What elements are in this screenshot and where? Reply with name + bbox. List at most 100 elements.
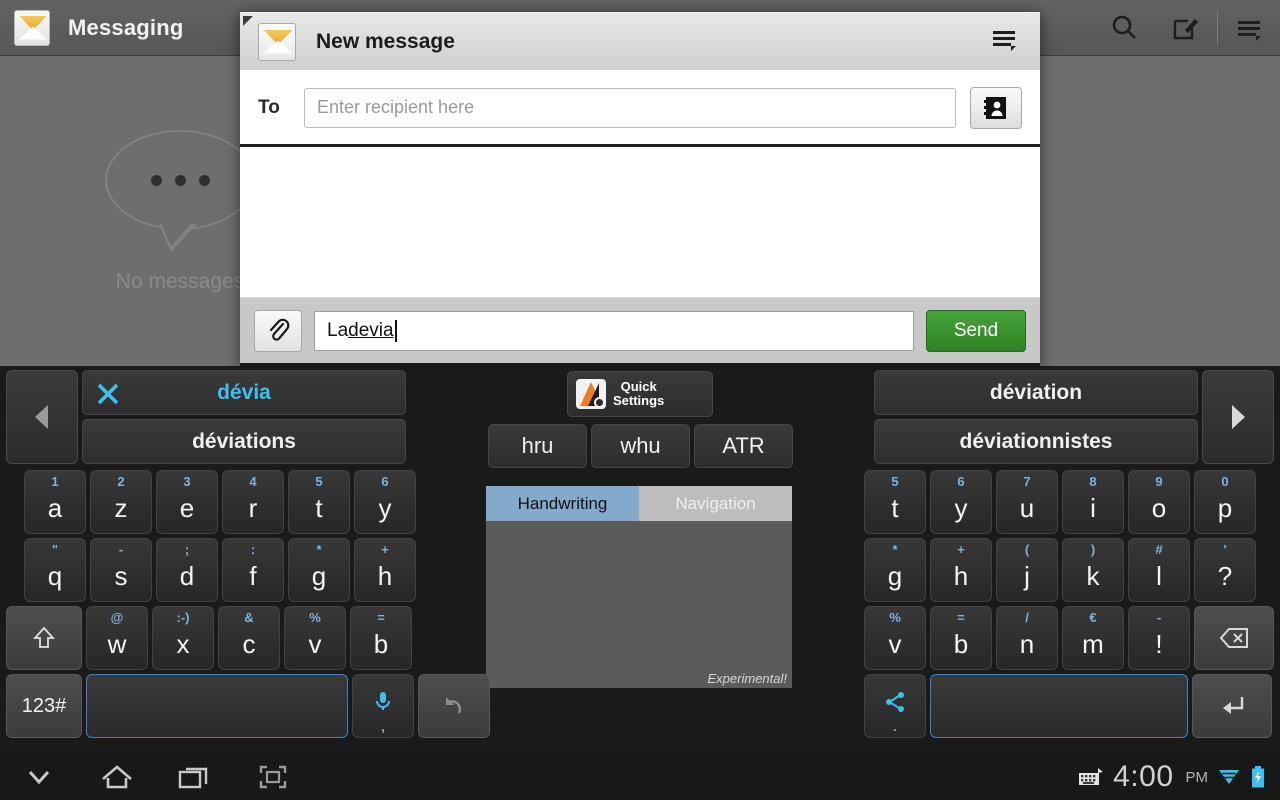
message-composing-word: devia bbox=[348, 319, 394, 341]
key-alt-label: 5 bbox=[891, 474, 899, 489]
key-alt-label: 6 bbox=[381, 474, 389, 489]
screen-root: Messaging No messages New message To Ent… bbox=[0, 0, 1280, 800]
key-k[interactable]: ) k bbox=[1062, 538, 1124, 602]
undo-key[interactable] bbox=[418, 674, 490, 738]
key-v-right[interactable]: % v bbox=[864, 606, 926, 670]
key-main-label: d bbox=[179, 560, 195, 591]
dialog-menu-button[interactable] bbox=[990, 25, 1018, 58]
key-d[interactable]: ; d bbox=[156, 538, 218, 602]
key-main-label: g bbox=[311, 560, 327, 591]
key-n[interactable]: / n bbox=[996, 606, 1058, 670]
key-m[interactable]: € m bbox=[1062, 606, 1124, 670]
key-p[interactable]: 0p bbox=[1194, 470, 1256, 534]
key-i[interactable]: 8i bbox=[1062, 470, 1124, 534]
key-main-label: b bbox=[953, 628, 969, 659]
key-r[interactable]: 4r bbox=[222, 470, 284, 534]
key-v[interactable]: % v bbox=[284, 606, 346, 670]
key-c[interactable]: & c bbox=[218, 606, 280, 670]
handwriting-canvas[interactable]: Experimental! bbox=[486, 521, 792, 688]
screenshot-button[interactable] bbox=[234, 754, 312, 800]
overflow-menu-button[interactable] bbox=[1218, 0, 1280, 56]
chevron-right-icon bbox=[1232, 405, 1245, 429]
tab-handwriting[interactable]: Handwriting bbox=[486, 486, 639, 521]
hide-keyboard-button[interactable] bbox=[0, 754, 78, 800]
key-exclamation[interactable]: -! bbox=[1128, 606, 1190, 670]
prev-suggestions-button[interactable] bbox=[6, 370, 78, 464]
key-g-right[interactable]: * g bbox=[864, 538, 926, 602]
send-button[interactable]: Send bbox=[926, 309, 1026, 352]
center-key[interactable]: whu bbox=[591, 424, 690, 468]
key-main-label: l bbox=[1156, 560, 1162, 591]
key-main-label: h bbox=[953, 560, 969, 591]
dialog-overflow-menu-icon bbox=[993, 31, 1016, 51]
key-w[interactable]: @ w bbox=[86, 606, 148, 670]
center-key[interactable]: ATR bbox=[694, 424, 793, 468]
message-text-prefix: La bbox=[327, 319, 349, 341]
search-button[interactable] bbox=[1093, 0, 1155, 56]
microphone-icon bbox=[376, 692, 390, 710]
key-main-label: u bbox=[1019, 492, 1035, 523]
key-b-right[interactable]: = b bbox=[930, 606, 992, 670]
key-l[interactable]: # l bbox=[1128, 538, 1190, 602]
key-g[interactable]: * g bbox=[288, 538, 350, 602]
enter-key[interactable] bbox=[1192, 674, 1272, 738]
attach-button[interactable] bbox=[254, 309, 302, 352]
key-s[interactable]: -s bbox=[90, 538, 152, 602]
key-row: . bbox=[864, 674, 1274, 738]
key-j[interactable]: (j bbox=[996, 538, 1058, 602]
key-x[interactable]: :-) x bbox=[152, 606, 214, 670]
suggestion-item[interactable]: déviationnistes bbox=[874, 419, 1198, 464]
suggestion-item[interactable]: déviation bbox=[874, 370, 1198, 415]
space-key-left[interactable] bbox=[86, 674, 348, 738]
key-alt-label: 6 bbox=[957, 474, 965, 489]
key-u[interactable]: 7u bbox=[996, 470, 1058, 534]
key-q[interactable]: " q bbox=[24, 538, 86, 602]
key-question[interactable]: '? bbox=[1194, 538, 1256, 602]
key-z[interactable]: 2z bbox=[90, 470, 152, 534]
on-screen-keyboard: dévia déviations déviation déviationnist… bbox=[0, 366, 1280, 754]
backspace-key[interactable] bbox=[1194, 606, 1274, 670]
chevron-down-icon bbox=[28, 770, 50, 785]
key-alt-label: € bbox=[1089, 610, 1097, 625]
key-alt-label: - bbox=[1156, 610, 1162, 625]
tab-navigation[interactable]: Navigation bbox=[639, 486, 792, 521]
key-main-label: k bbox=[1086, 560, 1100, 591]
symbols-key[interactable]: 123# bbox=[6, 674, 82, 738]
key-b[interactable]: = b bbox=[350, 606, 412, 670]
key-main-label: q bbox=[47, 560, 63, 591]
voice-input-key[interactable]: , bbox=[352, 674, 414, 738]
message-text-input[interactable]: La devia bbox=[314, 310, 914, 351]
key-f[interactable]: :f bbox=[222, 538, 284, 602]
suggestion-item[interactable]: dévia bbox=[82, 370, 406, 415]
key-h[interactable]: + h bbox=[354, 538, 416, 602]
key-main-label: f bbox=[249, 560, 257, 591]
key-e[interactable]: 3e bbox=[156, 470, 218, 534]
space-key-right[interactable] bbox=[930, 674, 1188, 738]
suggestion-item[interactable]: déviations bbox=[82, 419, 406, 464]
dismiss-suggestion-icon[interactable] bbox=[95, 381, 121, 413]
next-suggestions-button[interactable] bbox=[1202, 370, 1274, 464]
key-t[interactable]: 5t bbox=[288, 470, 350, 534]
recipient-input[interactable]: Enter recipient here bbox=[304, 87, 956, 128]
home-button[interactable] bbox=[78, 754, 156, 800]
key-t-right[interactable]: 5t bbox=[864, 470, 926, 534]
key-main-label: i bbox=[1090, 492, 1096, 523]
key-o[interactable]: 9o bbox=[1128, 470, 1190, 534]
compose-button[interactable] bbox=[1155, 0, 1217, 56]
center-key[interactable]: hru bbox=[488, 424, 587, 468]
status-icons[interactable]: 4:00 PM bbox=[1078, 760, 1280, 794]
key-h-right[interactable]: + h bbox=[930, 538, 992, 602]
key-a[interactable]: 1a bbox=[24, 470, 86, 534]
key-y-right[interactable]: 6y bbox=[930, 470, 992, 534]
key-alt-label: 9 bbox=[1155, 474, 1163, 489]
shift-key[interactable] bbox=[6, 606, 82, 670]
key-alt-label: " bbox=[51, 542, 59, 557]
status-ampm: PM bbox=[1185, 768, 1209, 786]
share-key[interactable]: . bbox=[864, 674, 926, 738]
pick-contact-button[interactable] bbox=[970, 86, 1022, 129]
key-y[interactable]: 6y bbox=[354, 470, 416, 534]
quick-settings-button[interactable]: Quick Settings bbox=[567, 371, 713, 417]
recent-apps-button[interactable] bbox=[156, 754, 234, 800]
key-main-label: c bbox=[242, 628, 256, 659]
key-alt-label: = bbox=[377, 610, 385, 625]
